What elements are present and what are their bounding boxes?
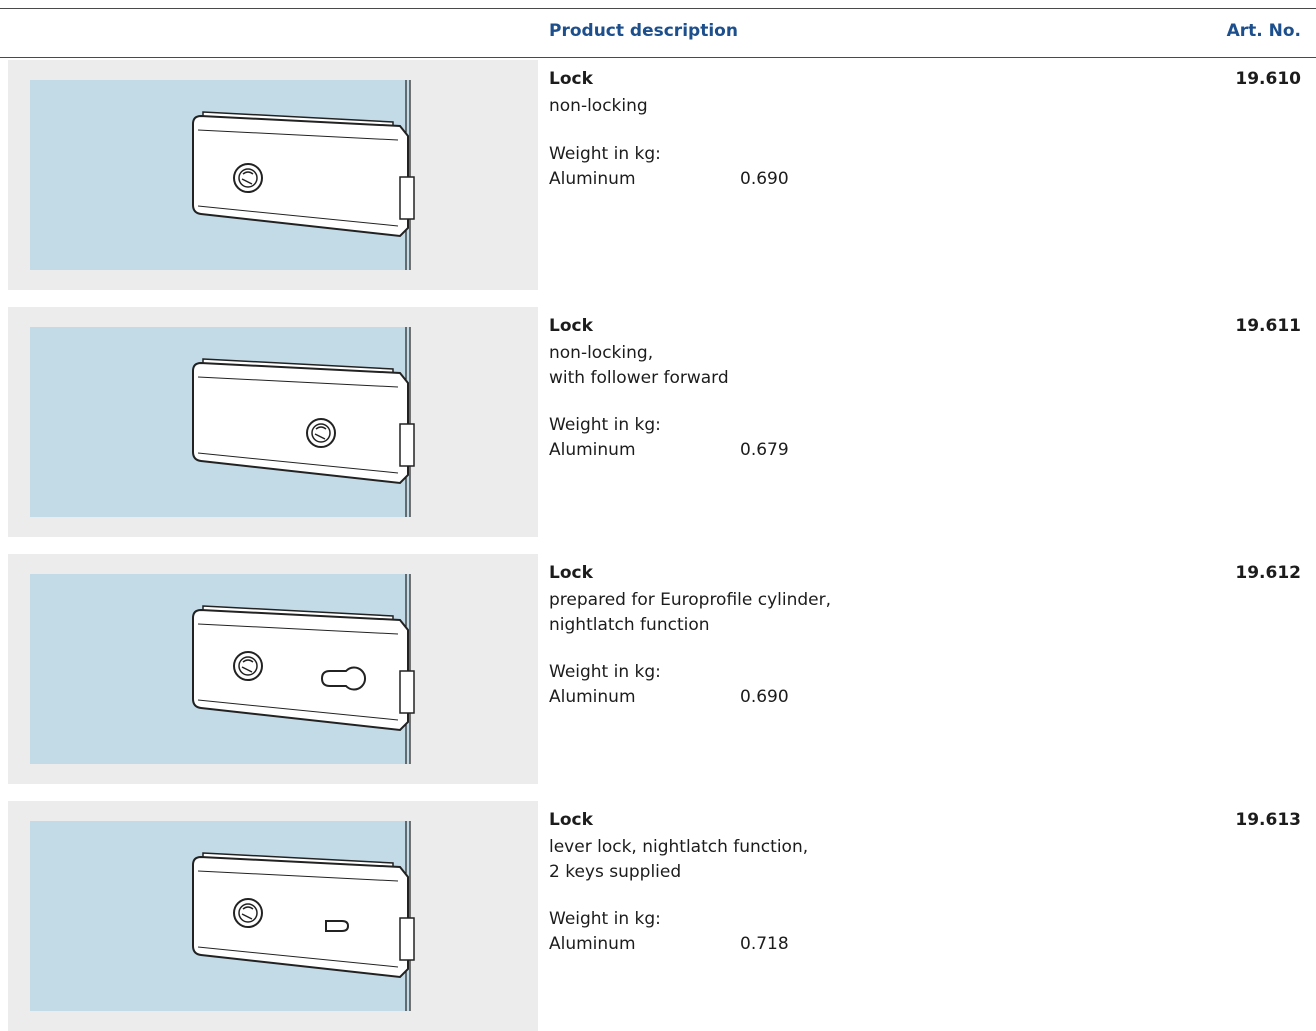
- product-description: lever lock, nightlatch function, 2 keys …: [549, 835, 808, 885]
- product-description: non-locking, with follower forward: [549, 341, 729, 391]
- weight-label: Weight in kg:: [549, 662, 661, 682]
- article-number: 19.613: [1235, 810, 1301, 830]
- material: Aluminum: [549, 934, 636, 954]
- weight-value: 0.690: [740, 687, 789, 707]
- weight-value: 0.690: [740, 169, 789, 189]
- lock-illustration-icon: [30, 574, 415, 764]
- product-description: non-locking: [549, 94, 648, 119]
- product-image: [8, 554, 538, 784]
- description-line: lever lock, nightlatch function,: [549, 837, 809, 857]
- product-title: Lock: [549, 563, 593, 583]
- description-line: non-locking,: [549, 343, 654, 363]
- lock-illustration-icon: [30, 821, 415, 1011]
- description-line: non-locking: [549, 96, 648, 116]
- weight-label: Weight in kg:: [549, 909, 661, 929]
- description-line: prepared for Europrofile cylinder,: [549, 590, 832, 610]
- product-image: [8, 307, 538, 537]
- product-title: Lock: [549, 316, 593, 336]
- product-description: prepared for Europrofile cylinder, night…: [549, 588, 831, 638]
- product-row: Lock non-locking Weight in kg: Aluminum …: [0, 60, 1316, 290]
- description-line: nightlatch function: [549, 615, 710, 635]
- material: Aluminum: [549, 440, 636, 460]
- description-line: 2 keys supplied: [549, 862, 682, 882]
- weight-value: 0.718: [740, 934, 789, 954]
- product-row: Lock non-locking, with follower forward …: [0, 307, 1316, 537]
- product-title: Lock: [549, 69, 593, 89]
- material: Aluminum: [549, 169, 636, 189]
- weight-label: Weight in kg:: [549, 144, 661, 164]
- column-header-product-description: Product description: [549, 21, 738, 41]
- material: Aluminum: [549, 687, 636, 707]
- product-image: [8, 801, 538, 1031]
- product-title: Lock: [549, 810, 593, 830]
- product-image: [8, 60, 538, 290]
- weight-label: Weight in kg:: [549, 415, 661, 435]
- article-number: 19.612: [1235, 563, 1301, 583]
- article-number: 19.611: [1235, 316, 1301, 336]
- lock-illustration-icon: [30, 80, 415, 270]
- header-rule: [0, 57, 1316, 58]
- lock-illustration-icon: [30, 327, 415, 517]
- article-number: 19.610: [1235, 69, 1301, 89]
- weight-value: 0.679: [740, 440, 789, 460]
- description-line: with follower forward: [549, 368, 729, 388]
- top-rule: [0, 8, 1316, 9]
- column-header-art-no: Art. No.: [1226, 21, 1301, 41]
- product-row: Lock lever lock, nightlatch function, 2 …: [0, 801, 1316, 1031]
- product-row: Lock prepared for Europrofile cylinder, …: [0, 554, 1316, 784]
